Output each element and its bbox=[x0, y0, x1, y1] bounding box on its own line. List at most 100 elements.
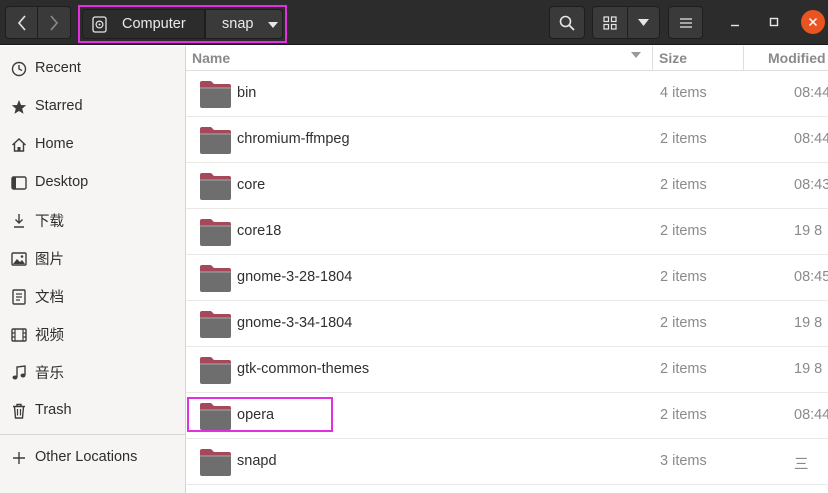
sidebar-item-documents[interactable]: 文档 bbox=[0, 277, 185, 315]
sidebar-item-other-locations[interactable]: Other Locations bbox=[0, 438, 185, 476]
maximize-button[interactable] bbox=[762, 10, 786, 34]
view-options-button[interactable] bbox=[628, 6, 660, 39]
file-modified: 08:44 bbox=[794, 85, 828, 101]
file-name: gtk-common-themes bbox=[237, 361, 370, 377]
file-row[interactable]: bin 4 items 08:44 bbox=[186, 71, 828, 117]
sidebar-item-trash[interactable]: Trash bbox=[0, 391, 185, 429]
document-icon bbox=[10, 288, 28, 306]
file-row[interactable]: gtk-common-themes 2 items 19 8 bbox=[186, 347, 828, 393]
folder-icon bbox=[200, 265, 231, 292]
sidebar-item-label: 下载 bbox=[35, 213, 64, 230]
sidebar-item-label: Desktop bbox=[35, 174, 89, 190]
sidebar-item-label: Home bbox=[35, 136, 74, 152]
folder-icon bbox=[200, 311, 231, 338]
sidebar-separator bbox=[0, 434, 185, 435]
file-modified: 08:43 bbox=[794, 177, 828, 193]
image-icon bbox=[10, 250, 28, 268]
sidebar-item-music[interactable]: 音乐 bbox=[0, 353, 185, 391]
folder-icon bbox=[200, 357, 231, 384]
desktop-icon bbox=[10, 174, 28, 192]
triangle-down-icon bbox=[638, 19, 649, 26]
sidebar-item-label: 视频 bbox=[35, 327, 64, 344]
column-divider bbox=[652, 46, 653, 71]
sidebar-item-downloads[interactable]: 下载 bbox=[0, 201, 185, 239]
close-icon bbox=[808, 17, 818, 27]
search-button[interactable] bbox=[549, 6, 585, 39]
sidebar-item-label: Recent bbox=[35, 60, 81, 76]
file-size: 2 items bbox=[660, 223, 707, 239]
file-name: bin bbox=[237, 85, 257, 101]
home-icon bbox=[10, 136, 28, 154]
path-bar: Computer snap bbox=[78, 5, 287, 43]
sidebar-item-label: 图片 bbox=[35, 251, 64, 268]
chevron-right-icon bbox=[50, 14, 59, 31]
path-snap-button[interactable]: snap bbox=[205, 9, 283, 39]
sidebar-item-pictures[interactable]: 图片 bbox=[0, 239, 185, 277]
star-icon bbox=[10, 98, 28, 116]
close-button[interactable] bbox=[801, 10, 825, 34]
folder-icon bbox=[200, 81, 231, 108]
file-modified: 19 8 bbox=[794, 223, 823, 239]
folder-icon bbox=[200, 449, 231, 476]
file-row[interactable]: chromium-ffmpeg 2 items 08:44 bbox=[186, 117, 828, 163]
sort-down-icon[interactable] bbox=[631, 52, 641, 58]
folder-icon bbox=[200, 127, 231, 154]
file-size: 2 items bbox=[660, 407, 707, 423]
drive-icon bbox=[92, 16, 107, 33]
sidebar-item-label: Starred bbox=[35, 98, 83, 114]
file-size: 2 items bbox=[660, 177, 707, 193]
clock-icon bbox=[10, 60, 28, 78]
file-name: core18 bbox=[237, 223, 282, 239]
file-row[interactable]: core18 2 items 19 8 bbox=[186, 209, 828, 255]
file-name: chromium-ffmpeg bbox=[237, 131, 350, 147]
download-icon bbox=[10, 212, 28, 230]
sidebar: Recent Starred Home Desktop 下载 图片 文档 视频 … bbox=[0, 46, 186, 493]
sidebar-item-videos[interactable]: 视频 bbox=[0, 315, 185, 353]
header-bar: Computer snap bbox=[0, 0, 828, 45]
file-size: 4 items bbox=[660, 85, 707, 101]
file-size: 2 items bbox=[660, 131, 707, 147]
file-size: 3 items bbox=[660, 453, 707, 469]
folder-icon bbox=[200, 173, 231, 200]
hamburger-icon bbox=[679, 17, 692, 28]
sidebar-item-desktop[interactable]: Desktop bbox=[0, 163, 185, 201]
file-row[interactable]: snapd 3 items 三 bbox=[186, 439, 828, 485]
file-modified: 08:44 bbox=[794, 407, 828, 423]
file-name: snapd bbox=[237, 453, 277, 469]
sidebar-item-recent[interactable]: Recent bbox=[0, 49, 185, 87]
menu-button[interactable] bbox=[668, 6, 703, 39]
sidebar-item-starred[interactable]: Starred bbox=[0, 87, 185, 125]
column-header: Name Size Modified bbox=[186, 46, 828, 71]
trash-icon bbox=[10, 402, 28, 420]
forward-button[interactable] bbox=[38, 6, 71, 39]
minimize-button[interactable] bbox=[723, 10, 747, 34]
file-name: gnome-3-28-1804 bbox=[237, 269, 353, 285]
file-modified: 19 8 bbox=[794, 361, 823, 377]
column-modified-header[interactable]: Modified bbox=[768, 50, 826, 66]
path-snap-label: snap bbox=[222, 16, 254, 32]
file-modified: 08:44 bbox=[794, 131, 828, 147]
sidebar-item-label: 文档 bbox=[35, 289, 64, 306]
path-computer-button[interactable]: Computer bbox=[82, 9, 205, 39]
file-name: gnome-3-34-1804 bbox=[237, 315, 353, 331]
sidebar-item-label: Other Locations bbox=[35, 449, 138, 465]
search-icon bbox=[559, 15, 575, 31]
file-size: 2 items bbox=[660, 269, 707, 285]
plus-icon bbox=[10, 449, 28, 467]
sidebar-item-home[interactable]: Home bbox=[0, 125, 185, 163]
file-row[interactable]: core 2 items 08:43 bbox=[186, 163, 828, 209]
file-row[interactable]: gnome-3-34-1804 2 items 19 8 bbox=[186, 301, 828, 347]
column-size-header[interactable]: Size bbox=[659, 50, 687, 66]
column-name-header[interactable]: Name bbox=[192, 50, 230, 66]
maximize-icon bbox=[769, 17, 779, 27]
video-icon bbox=[10, 326, 28, 344]
file-size: 2 items bbox=[660, 315, 707, 331]
file-size: 2 items bbox=[660, 361, 707, 377]
view-grid-button[interactable] bbox=[592, 6, 628, 39]
back-button[interactable] bbox=[5, 6, 38, 39]
folder-icon bbox=[200, 219, 231, 246]
triangle-down-icon bbox=[268, 22, 278, 28]
sidebar-item-label: Trash bbox=[35, 402, 72, 418]
column-divider bbox=[743, 46, 744, 71]
file-row[interactable]: gnome-3-28-1804 2 items 08:45 bbox=[186, 255, 828, 301]
